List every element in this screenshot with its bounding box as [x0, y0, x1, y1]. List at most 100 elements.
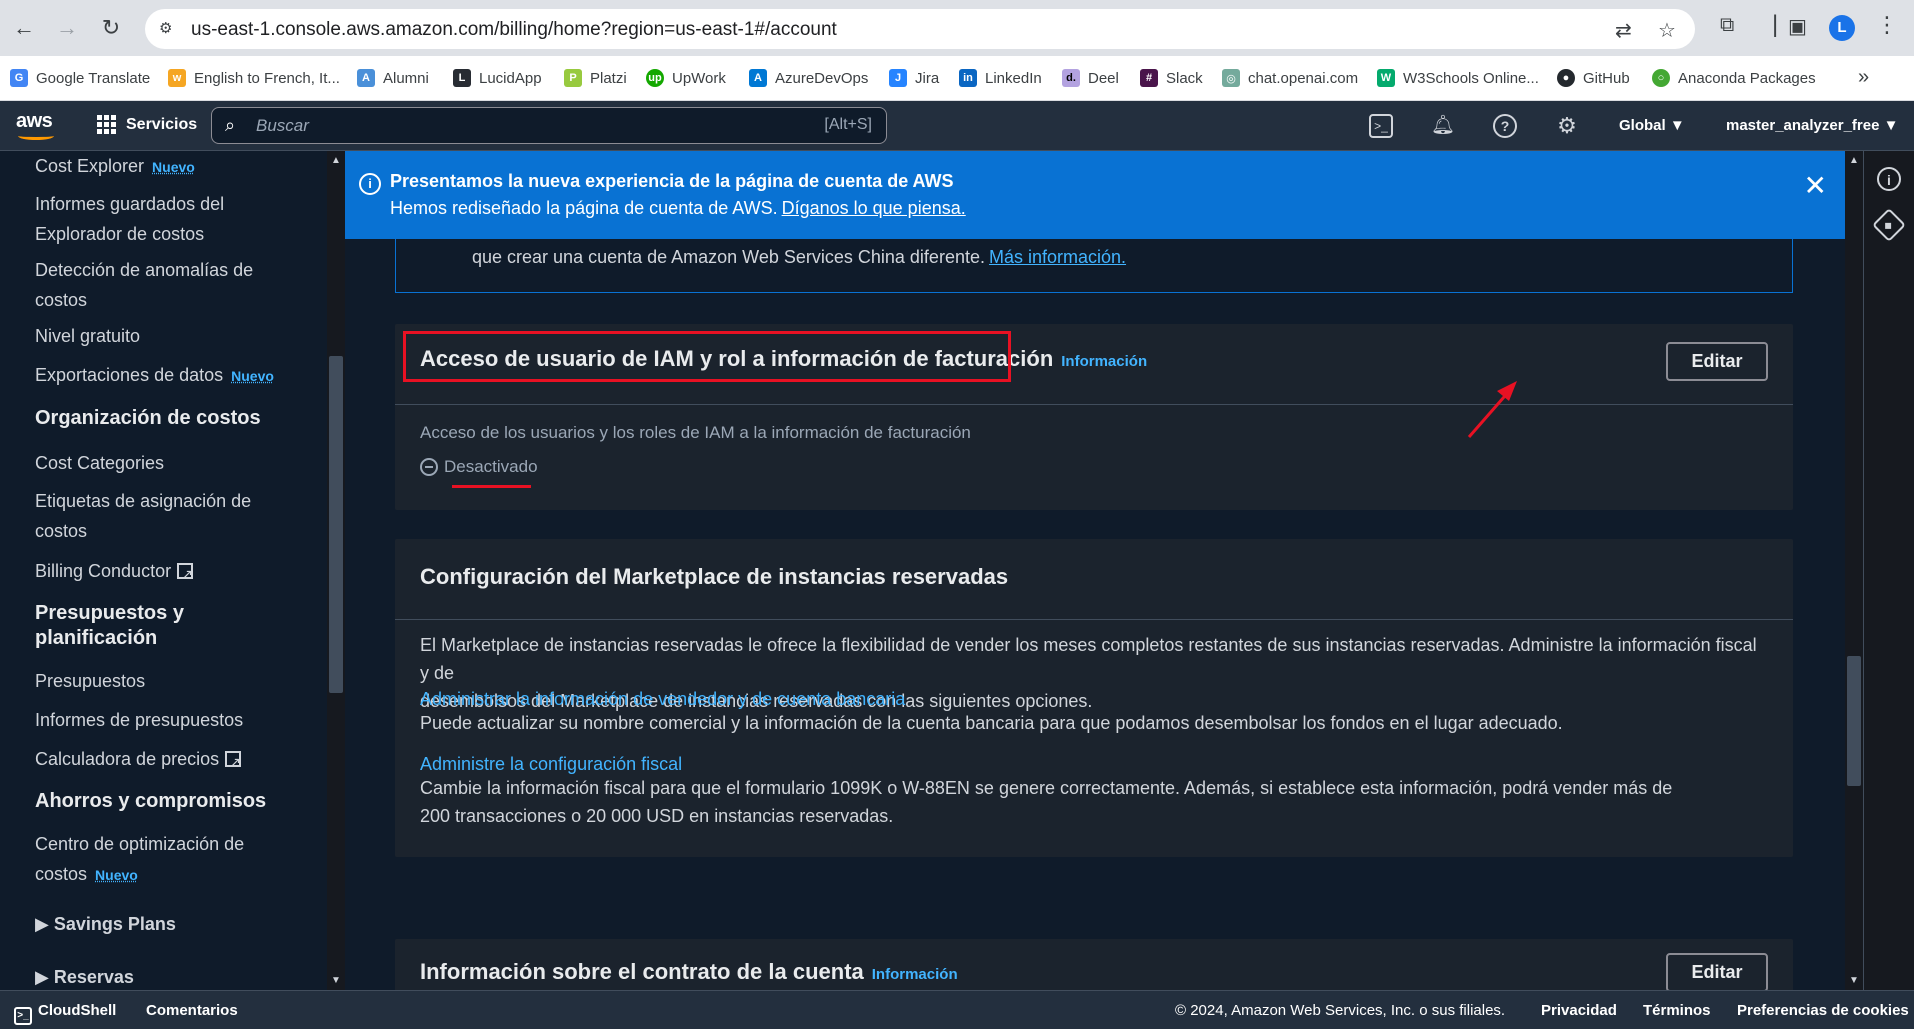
- cookie-preferences-link[interactable]: Preferencias de cookies: [1737, 1002, 1909, 1019]
- notifications-bell-icon[interactable]: 🔔︎: [1431, 114, 1455, 138]
- console-footer: >_ CloudShell Comentarios © 2024, Amazon …: [0, 990, 1914, 1029]
- sidebar-item-data-exports[interactable]: Exportaciones de datos Nuevo: [35, 360, 274, 391]
- sidebar-item-budgets[interactable]: Presupuestos: [35, 666, 145, 696]
- divider: [395, 619, 1793, 620]
- sidebar-scrollbar[interactable]: ▲ ▼: [327, 151, 345, 990]
- status-badge: Desactivado: [420, 457, 538, 477]
- new-badge: Nuevo: [152, 159, 195, 175]
- sidebar-heading-cost-organization: Organización de costos: [35, 407, 261, 429]
- feedback-button[interactable]: Comentarios: [146, 1002, 238, 1019]
- sidebar-item-pricing-calculator[interactable]: Calculadora de precios: [35, 744, 242, 777]
- separator: |: [1772, 11, 1779, 38]
- bookmark-github[interactable]: ● GitHub: [1557, 66, 1630, 90]
- profile-avatar[interactable]: L: [1829, 15, 1855, 41]
- info-panel-icon[interactable]: i: [1877, 167, 1901, 191]
- bookmark-star-icon[interactable]: ☆: [1658, 18, 1676, 43]
- more-bookmarks-icon[interactable]: »: [1858, 66, 1869, 89]
- tutorial-panel-icon[interactable]: ◆: [1872, 208, 1906, 242]
- sidebar-item-cost-optimization-hub[interactable]: Centro de optimización de costos Nuevo: [35, 829, 244, 890]
- seller-bank-info-link[interactable]: Administrar la información de vendedor y…: [420, 689, 905, 710]
- search-icon: ⌕: [225, 115, 236, 135]
- translate-icon[interactable]: ⇄: [1615, 18, 1632, 43]
- marketplace-card-title: Configuración del Marketplace de instanc…: [420, 564, 1009, 589]
- scroll-up-icon[interactable]: ▲: [1849, 155, 1859, 166]
- bookmark-azuredevops[interactable]: A AzureDevOps: [749, 66, 868, 90]
- terms-link[interactable]: Términos: [1643, 1002, 1711, 1019]
- bookmark-slack[interactable]: # Slack: [1140, 66, 1203, 90]
- main-scrollbar[interactable]: ▲ ▼: [1845, 151, 1863, 990]
- caret-right-icon: ▶: [35, 967, 49, 987]
- cloudshell-icon: >_: [14, 1007, 32, 1025]
- info-link[interactable]: Información: [872, 966, 958, 983]
- scroll-down-icon[interactable]: ▼: [331, 975, 341, 986]
- sidebar-item-saved-reports[interactable]: Informes guardados del Explorador de cost…: [35, 189, 224, 249]
- scroll-down-icon[interactable]: ▼: [1849, 975, 1859, 986]
- external-link-icon: [225, 747, 242, 777]
- address-bar[interactable]: ⚙ us-east-1.console.aws.amazon.com/billi…: [145, 9, 1695, 49]
- bookmark-chatgpt[interactable]: ◎ chat.openai.com: [1222, 66, 1358, 90]
- tax-settings-link[interactable]: Administre la configuración fiscal: [420, 754, 682, 775]
- help-icon[interactable]: ?: [1493, 114, 1517, 138]
- close-icon[interactable]: ✕: [1804, 169, 1827, 202]
- privacy-link[interactable]: Privacidad: [1541, 1002, 1617, 1019]
- bookmark-w3schools[interactable]: W W3Schools Online...: [1377, 66, 1539, 90]
- edit-contract-button[interactable]: Editar: [1666, 953, 1768, 990]
- jira-icon: J: [889, 69, 907, 87]
- side-panel-icon[interactable]: ▣: [1788, 14, 1807, 39]
- sidebar-item-cost-explorer[interactable]: Cost Explorer Nuevo: [35, 151, 195, 182]
- back-icon[interactable]: ←: [8, 12, 40, 44]
- bookmark-google-translate[interactable]: G Google Translate: [10, 66, 150, 90]
- scroll-up-icon[interactable]: ▲: [331, 155, 341, 166]
- more-info-link[interactable]: Más información.: [989, 247, 1126, 267]
- sidebar-item-anomaly-detection[interactable]: Detección de anomalías de costos: [35, 255, 253, 315]
- sidebar-item-budget-reports[interactable]: Informes de presupuestos: [35, 705, 243, 735]
- sidebar-scroll-thumb[interactable]: [329, 356, 343, 693]
- tools-panel-rail: i ◆: [1863, 151, 1914, 990]
- annotation-underline: [452, 485, 531, 488]
- china-account-notice: que crear una cuenta de Amazon Web Servi…: [395, 239, 1793, 293]
- forward-icon[interactable]: →: [51, 12, 83, 44]
- iam-access-label: Acceso de los usuarios y los roles de IA…: [420, 423, 971, 442]
- feedback-link[interactable]: Díganos lo que piensa.: [782, 198, 966, 218]
- annotation-arrow: [1467, 381, 1517, 438]
- sidebar-item-cost-categories[interactable]: Cost Categories: [35, 448, 164, 478]
- bookmark-platzi[interactable]: P Platzi: [564, 66, 627, 90]
- new-badge: Nuevo: [95, 867, 138, 883]
- bookmark-deel[interactable]: d. Deel: [1062, 66, 1119, 90]
- info-link[interactable]: Información: [1061, 353, 1147, 370]
- account-menu[interactable]: master_analyzer_free ▼: [1726, 117, 1898, 134]
- deel-icon: d.: [1062, 69, 1080, 87]
- url-text[interactable]: us-east-1.console.aws.amazon.com/billing…: [191, 19, 837, 41]
- bookmark-linkedin[interactable]: in LinkedIn: [959, 66, 1042, 90]
- cloudshell-icon[interactable]: >_: [1369, 114, 1393, 138]
- bookmark-upwork[interactable]: up UpWork: [646, 66, 726, 90]
- services-menu-button[interactable]: Servicios: [97, 115, 197, 134]
- cloudshell-button[interactable]: >_ CloudShell: [14, 1002, 116, 1025]
- search-input[interactable]: ⌕ Buscar [Alt+S]: [211, 107, 887, 144]
- settings-gear-icon[interactable]: ⚙: [1555, 114, 1579, 138]
- billing-sidebar: Cost Explorer Nuevo Informes guardados de…: [0, 151, 327, 990]
- sidebar-expander-savings-plans[interactable]: ▶ Savings Plans: [35, 914, 176, 935]
- region-selector[interactable]: Global ▼: [1619, 117, 1685, 134]
- site-settings-icon[interactable]: ⚙: [159, 19, 179, 39]
- bookmark-jira[interactable]: J Jira: [889, 66, 939, 90]
- bookmark-alumni[interactable]: A Alumni: [357, 66, 429, 90]
- sidebar-item-free-tier[interactable]: Nivel gratuito: [35, 321, 140, 351]
- sidebar-item-billing-conductor[interactable]: Billing Conductor: [35, 556, 194, 589]
- google-translate-icon: G: [10, 69, 28, 87]
- reload-icon[interactable]: ↻: [95, 12, 127, 44]
- browser-menu-icon[interactable]: ⋮: [1876, 12, 1898, 38]
- aws-logo[interactable]: aws: [16, 110, 60, 142]
- divider: [395, 404, 1793, 405]
- extensions-icon[interactable]: ⧉: [1720, 14, 1734, 37]
- bookmark-lucidapp[interactable]: L LucidApp: [453, 66, 542, 90]
- main-scroll-thumb[interactable]: [1847, 656, 1861, 786]
- bookmarks-bar: G Google Translate w English to French, It…: [0, 56, 1914, 101]
- sidebar-expander-reservations[interactable]: ▶ Reservas: [35, 967, 134, 988]
- new-badge: Nuevo: [231, 368, 274, 384]
- bookmark-english-french[interactable]: w English to French, It...: [168, 66, 340, 90]
- sidebar-heading-budgets-planning: Presupuestos y planificación: [35, 602, 184, 649]
- sidebar-item-cost-allocation-tags[interactable]: Etiquetas de asignación de costos: [35, 486, 251, 546]
- bookmark-anaconda[interactable]: ○ Anaconda Packages: [1652, 66, 1816, 90]
- edit-iam-access-button[interactable]: Editar: [1666, 342, 1768, 381]
